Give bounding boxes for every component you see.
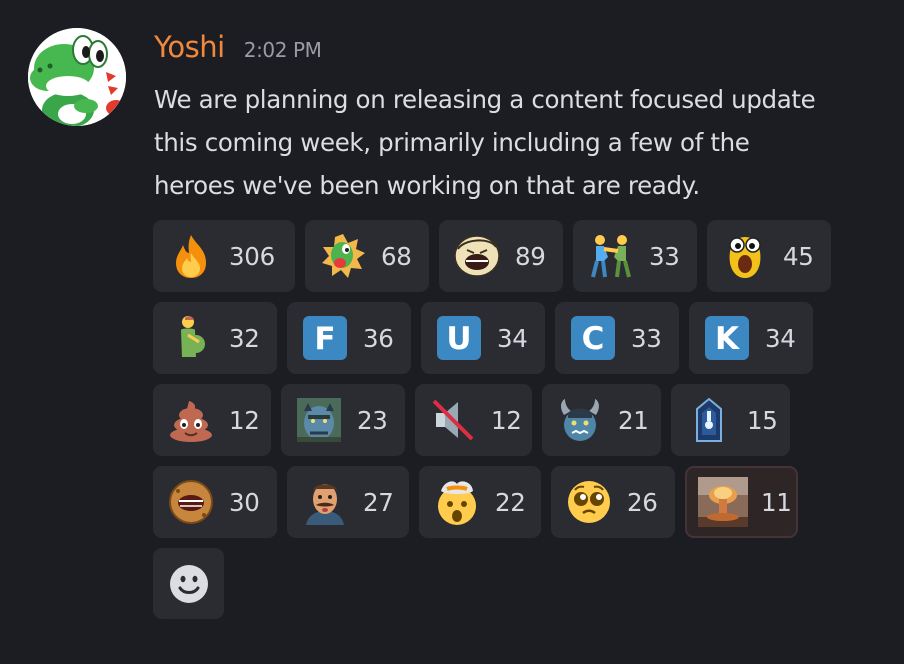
reaction-regional-f[interactable]: F 36: [287, 302, 411, 374]
regional-indicator-u-icon: U: [434, 313, 484, 363]
reaction-count: 33: [631, 323, 662, 353]
reaction-poop[interactable]: 12: [153, 384, 271, 456]
reaction-screaming-face[interactable]: 89: [439, 220, 563, 292]
reaction-count: 30: [229, 487, 260, 517]
reaction-wrestlers[interactable]: 33: [573, 220, 697, 292]
reaction-fire[interactable]: 306: [153, 220, 295, 292]
reaction-count: 32: [229, 323, 260, 353]
message-line: this coming week, primarily including a …: [154, 128, 750, 157]
message-line: We are planning on releasing a content f…: [154, 85, 816, 114]
pregnant-man-icon: [166, 313, 216, 363]
reaction-count: 306: [229, 241, 275, 271]
nuclear-explosion-icon: [698, 477, 748, 527]
svg-text:F: F: [314, 321, 335, 357]
chat-message: Yoshi 2:02 PM We are planning on releasi…: [0, 0, 904, 664]
reaction-muted-speaker[interactable]: 12: [415, 384, 532, 456]
reaction-count: 89: [515, 241, 546, 271]
reaction-screaming-cookie[interactable]: 30: [153, 466, 277, 538]
reaction-count: 11: [761, 487, 792, 517]
avatar[interactable]: [28, 28, 126, 126]
message-content: We are planning on releasing a content f…: [154, 78, 874, 207]
reaction-count: 27: [363, 487, 394, 517]
screaming-face-icon: [452, 231, 502, 281]
screaming-cookie-icon: [166, 477, 216, 527]
fire-icon: [166, 231, 216, 281]
reaction-horned-orc[interactable]: 21: [542, 384, 661, 456]
exploding-head-icon: [432, 477, 482, 527]
add-reaction-button[interactable]: [153, 548, 224, 619]
reaction-nuclear-explosion[interactable]: 11: [685, 466, 798, 538]
reaction-regional-c[interactable]: C 33: [555, 302, 679, 374]
regional-indicator-k-icon: K: [702, 313, 752, 363]
yoshi-avatar-icon: [28, 28, 126, 126]
smiley-add-icon: [169, 564, 208, 603]
reaction-count: 34: [765, 323, 796, 353]
wrestlers-icon: [586, 231, 636, 281]
reaction-count: 23: [357, 405, 388, 435]
message-header: Yoshi 2:02 PM: [154, 30, 322, 64]
reaction-count: 12: [491, 405, 522, 435]
pleading-face-icon: [564, 477, 614, 527]
mustache-man-icon: [300, 477, 350, 527]
yoshi-sticker-icon: [318, 231, 368, 281]
svg-text:C: C: [582, 321, 605, 357]
timestamp[interactable]: 2:02 PM: [244, 38, 322, 62]
reaction-exploding-head[interactable]: 22: [419, 466, 541, 538]
regional-indicator-c-icon: C: [568, 313, 618, 363]
reaction-shocked-bug[interactable]: 45: [707, 220, 831, 292]
blue-orc-portrait-icon: [294, 395, 344, 445]
reaction-blue-orc-portrait[interactable]: 23: [281, 384, 405, 456]
reaction-count: 68: [381, 241, 412, 271]
reaction-count: 45: [783, 241, 814, 271]
svg-text:U: U: [446, 321, 471, 357]
shocked-bug-icon: [720, 231, 770, 281]
reaction-count: 34: [497, 323, 528, 353]
message-line: heroes we've been working on that are re…: [154, 171, 700, 200]
horned-orc-icon: [555, 395, 605, 445]
svg-text:K: K: [715, 321, 740, 357]
reaction-count: 22: [495, 487, 526, 517]
username[interactable]: Yoshi: [154, 30, 225, 64]
reaction-count: 21: [618, 405, 649, 435]
reaction-count: 12: [229, 405, 260, 435]
reaction-regional-u[interactable]: U 34: [421, 302, 545, 374]
reaction-pregnant-man[interactable]: 32: [153, 302, 277, 374]
poop-icon: [166, 395, 216, 445]
reaction-count: 26: [627, 487, 658, 517]
reaction-count: 33: [649, 241, 680, 271]
reaction-count: 15: [747, 405, 778, 435]
reaction-mustache-man[interactable]: 27: [287, 466, 409, 538]
reaction-pleading-face[interactable]: 26: [551, 466, 675, 538]
blue-tower-icon: [684, 395, 734, 445]
muted-speaker-icon: [428, 395, 478, 445]
reaction-regional-k[interactable]: K 34: [689, 302, 813, 374]
reaction-count: 36: [363, 323, 394, 353]
reaction-yoshi-sticker[interactable]: 68: [305, 220, 429, 292]
regional-indicator-f-icon: F: [300, 313, 350, 363]
reaction-blue-tower[interactable]: 15: [671, 384, 790, 456]
